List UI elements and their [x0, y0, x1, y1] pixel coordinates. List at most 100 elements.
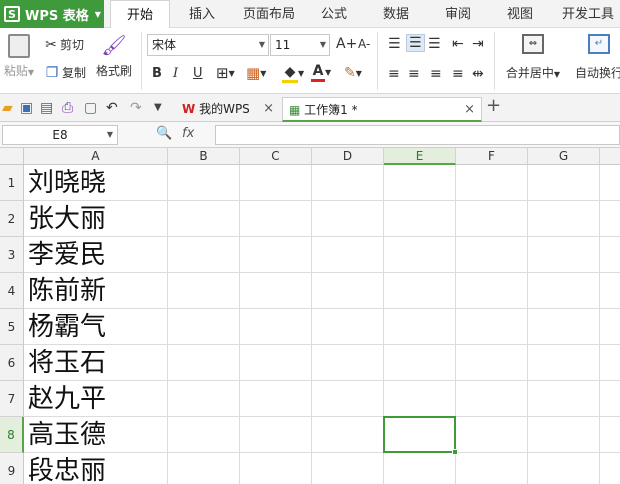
cell-b6[interactable] [168, 345, 240, 381]
cell-e5[interactable] [384, 309, 456, 345]
formula-input[interactable] [215, 125, 620, 145]
column-header-e[interactable]: E [384, 148, 456, 165]
column-header-f[interactable]: F [456, 148, 528, 165]
cell-c5[interactable] [240, 309, 312, 345]
row-header-8[interactable]: 8 [0, 417, 24, 453]
cell-a5[interactable]: 杨霸气 [24, 309, 168, 345]
row-header-5[interactable]: 5 [0, 309, 24, 345]
cell-d4[interactable] [312, 273, 384, 309]
close-icon[interactable]: × [464, 98, 475, 122]
column-header-c[interactable]: C [240, 148, 312, 165]
cell-a7[interactable]: 赵九平 [24, 381, 168, 417]
justify-button[interactable]: ≡ [452, 66, 464, 82]
cell-h5[interactable] [600, 309, 620, 345]
tab-formulas[interactable]: 公式 [312, 0, 356, 28]
cell-h1[interactable] [600, 165, 620, 201]
cell-f5[interactable] [456, 309, 528, 345]
cell-f4[interactable] [456, 273, 528, 309]
tab-my-wps[interactable]: W 我的WPS × [176, 97, 280, 122]
cell-e6[interactable] [384, 345, 456, 381]
underline-button[interactable]: U [193, 66, 203, 81]
cell-h3[interactable] [600, 237, 620, 273]
wrap-text-button[interactable]: ↵ 自动换行 [570, 32, 620, 81]
row-header-7[interactable]: 7 [0, 381, 24, 417]
tab-data[interactable]: 数据 [374, 0, 418, 28]
cell-c2[interactable] [240, 201, 312, 237]
save-icon[interactable]: ▣ [20, 100, 33, 116]
print-icon[interactable]: ⎙ [62, 100, 73, 116]
tab-review[interactable]: 审阅 [436, 0, 480, 28]
increase-indent-button[interactable]: ⇥ [472, 36, 484, 52]
cell-c6[interactable] [240, 345, 312, 381]
cell-g2[interactable] [528, 201, 600, 237]
decrease-indent-button[interactable]: ⇤ [452, 36, 464, 52]
merge-center-button[interactable]: ⇔ 合并居中▼ [500, 32, 566, 81]
align-center-button[interactable]: ≡ [408, 66, 420, 82]
cell-h2[interactable] [600, 201, 620, 237]
row-header-1[interactable]: 1 [0, 165, 24, 201]
cell-e9[interactable] [384, 453, 456, 484]
cell-a9[interactable]: 段忠丽 [24, 453, 168, 484]
cell-b4[interactable] [168, 273, 240, 309]
tab-workbook1[interactable]: ▦ 工作簿1 * × [282, 97, 482, 122]
bold-button[interactable]: B [152, 66, 162, 81]
redo-icon[interactable]: ↷ [130, 100, 142, 116]
format-painter-button[interactable]: 🖌 格式刷 [94, 32, 134, 79]
cell-d5[interactable] [312, 309, 384, 345]
row-header-2[interactable]: 2 [0, 201, 24, 237]
align-top-button[interactable]: ☰ [388, 36, 401, 52]
cell-g3[interactable] [528, 237, 600, 273]
column-header-h[interactable] [600, 148, 620, 165]
export-pdf-icon[interactable]: ▤ [40, 100, 53, 116]
align-bottom-button[interactable]: ☰ [428, 36, 441, 52]
cell-a1[interactable]: 刘晓晓 [24, 165, 168, 201]
cell-a8[interactable]: 高玉德 [24, 417, 168, 453]
cell-f9[interactable] [456, 453, 528, 484]
new-tab-plus-icon[interactable]: + [486, 97, 501, 115]
cell-d6[interactable] [312, 345, 384, 381]
cell-c7[interactable] [240, 381, 312, 417]
cell-c4[interactable] [240, 273, 312, 309]
column-header-d[interactable]: D [312, 148, 384, 165]
cell-a4[interactable]: 陈前新 [24, 273, 168, 309]
font-size-select[interactable]: 11 ▼ [270, 34, 330, 56]
distribute-button[interactable]: ⇹ [472, 66, 484, 82]
font-name-select[interactable]: 宋体 ▼ [147, 34, 269, 56]
italic-button[interactable]: I [173, 66, 178, 81]
tab-home[interactable]: 开始 [110, 0, 170, 29]
border-button[interactable]: ⊞ ▼ [216, 65, 235, 81]
column-header-b[interactable]: B [168, 148, 240, 165]
cell-b1[interactable] [168, 165, 240, 201]
cell-a6[interactable]: 将玉石 [24, 345, 168, 381]
fill-color-button[interactable]: ◆ ▼ [282, 64, 304, 83]
cell-f6[interactable] [456, 345, 528, 381]
row-header-9[interactable]: 9 [0, 453, 24, 484]
cell-f2[interactable] [456, 201, 528, 237]
cell-c3[interactable] [240, 237, 312, 273]
cell-h6[interactable] [600, 345, 620, 381]
cell-a2[interactable]: 张大丽 [24, 201, 168, 237]
cell-f8[interactable] [456, 417, 528, 453]
column-header-a[interactable]: A [24, 148, 168, 165]
cell-h7[interactable] [600, 381, 620, 417]
align-right-button[interactable]: ≡ [430, 66, 442, 82]
cell-e8[interactable] [384, 417, 456, 453]
cell-h4[interactable] [600, 273, 620, 309]
row-header-4[interactable]: 4 [0, 273, 24, 309]
cell-b9[interactable] [168, 453, 240, 484]
cell-g5[interactable] [528, 309, 600, 345]
cell-c8[interactable] [240, 417, 312, 453]
cell-g8[interactable] [528, 417, 600, 453]
customize-toolbar-icon[interactable]: ▼ [154, 100, 162, 116]
cell-f3[interactable] [456, 237, 528, 273]
cell-f7[interactable] [456, 381, 528, 417]
align-middle-button[interactable]: ☰ [406, 34, 425, 52]
app-menu-button[interactable]: S WPS 表格 ▼ [0, 0, 104, 28]
cell-g4[interactable] [528, 273, 600, 309]
copy-button[interactable]: ❐ 复制 [44, 64, 86, 81]
insert-function-icon[interactable]: fx [182, 126, 194, 141]
zoom-search-icon[interactable]: 🔍 [156, 126, 172, 141]
cell-f1[interactable] [456, 165, 528, 201]
close-icon[interactable]: × [263, 97, 274, 121]
row-header-6[interactable]: 6 [0, 345, 24, 381]
